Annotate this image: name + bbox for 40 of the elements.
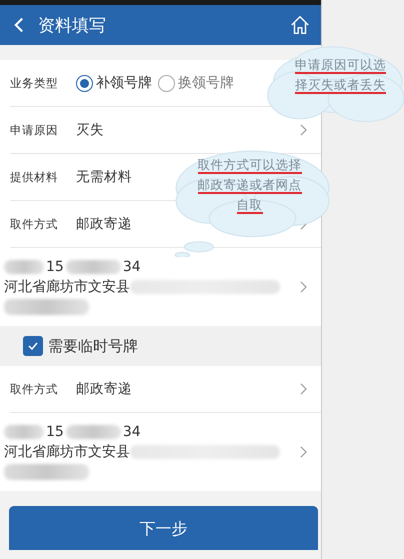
field-value: 邮政寄递 — [76, 215, 132, 233]
chevron-icon[interactable] — [300, 281, 307, 293]
radio-option[interactable]: 补领号牌 — [76, 74, 152, 92]
radio-option[interactable]: 换领号牌 — [158, 74, 234, 92]
field-label: 申请原因 — [10, 122, 59, 138]
chevron-icon[interactable] — [300, 383, 307, 395]
address-row[interactable]: 15 34 河北省廊坊市文安县 — [4, 413, 321, 491]
annotation-text: 申请原因可以选 — [295, 57, 386, 74]
field-label: 业务类型 — [10, 76, 59, 90]
field-value: 邮政寄递 — [76, 380, 132, 398]
chevron-icon[interactable] — [300, 446, 307, 458]
address-text: 河北省廊坊市文安县 — [4, 278, 130, 296]
chevron-icon[interactable] — [300, 124, 307, 136]
annotation-text: 取件方式可以选择 — [198, 157, 302, 174]
redaction-blur — [66, 260, 121, 274]
field-value: 灭失 — [76, 121, 104, 139]
field-label: 取件方式 — [10, 216, 59, 232]
annotation-text: 自取 — [236, 197, 262, 214]
redaction-blur — [66, 425, 121, 439]
annotation-text: 择灭失或者丢失 — [295, 77, 386, 94]
redaction-blur — [4, 425, 44, 439]
address-text: 河北省廊坊市文安县 — [4, 443, 130, 461]
back-icon[interactable] — [14, 17, 24, 33]
phone-number: 34 — [122, 424, 141, 440]
form-row[interactable]: 取件方式 邮政寄递 — [10, 366, 321, 413]
annotation-text: 邮政寄递或者网点 — [198, 177, 302, 194]
check-icon — [27, 340, 39, 352]
next-button[interactable]: 下一步 — [9, 506, 318, 550]
screen-title: 资料填写 — [38, 14, 107, 36]
phone-number: 15 — [46, 424, 64, 440]
field-value: 无需材料 — [76, 168, 132, 186]
checkbox[interactable] — [23, 336, 43, 356]
address-row[interactable]: 15 34 河北省廊坊市文安县 — [4, 248, 321, 326]
field-label: 提供材料 — [10, 170, 59, 184]
phone-number: 15 — [46, 259, 64, 275]
field-label: 取件方式 — [10, 382, 59, 396]
redaction-blur — [4, 260, 44, 274]
home-icon[interactable] — [289, 14, 311, 36]
phone-number: 34 — [122, 259, 141, 275]
checkbox-label: 需要临时号牌 — [48, 336, 138, 356]
